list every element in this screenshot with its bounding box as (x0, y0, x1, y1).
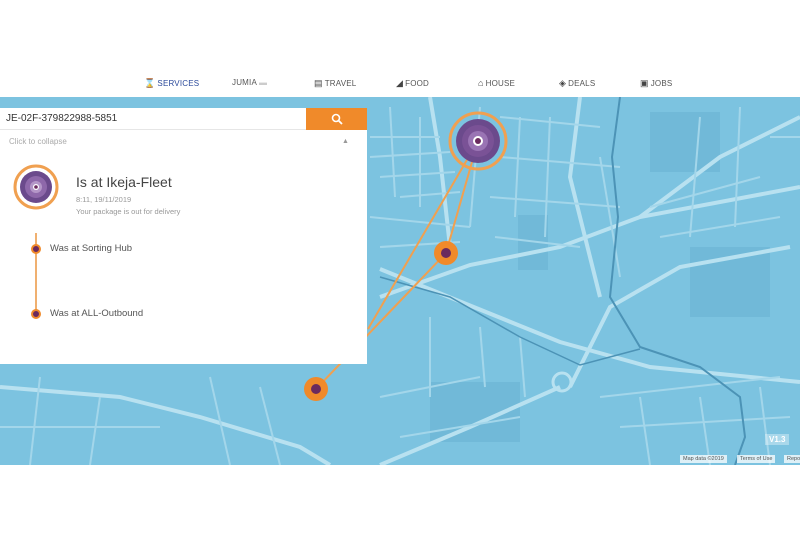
map-marker-sorting-hub[interactable] (434, 241, 458, 265)
map-marker-all-outbound[interactable] (304, 377, 328, 401)
nav-jumia[interactable]: JUMIA ▬ (232, 78, 267, 87)
nav-travel-label: TRAVEL (324, 79, 357, 88)
jumia-logo-icon: ▬ (259, 78, 268, 87)
house-icon: ⌂ (478, 78, 484, 88)
luggage-icon: ▤ (314, 78, 323, 88)
nav-services-label: SERVICES (157, 79, 200, 88)
tracking-number-input[interactable] (0, 108, 306, 130)
collapse-toggle[interactable]: Click to collapse (9, 137, 67, 146)
nav-food-label: FOOD (405, 79, 430, 88)
history-item: Was at Sorting Hub (50, 243, 133, 254)
map-marker-current-location[interactable] (448, 111, 508, 171)
nav-jobs-label: JOBS (650, 79, 673, 88)
nav-food[interactable]: ◢ FOOD (396, 78, 429, 89)
nav-deals-label: DEALS (568, 79, 596, 88)
current-status-description: Your package is out for delivery (76, 207, 181, 216)
tag-icon: ◈ (559, 78, 567, 88)
nav-house-label: HOUSE (485, 78, 516, 88)
tracking-panel: Click to collapse ▲ Is at Ikeja-Fleet 8:… (0, 108, 367, 364)
nav-jumia-label: JUMIA (232, 78, 257, 87)
history-dot (31, 309, 41, 319)
current-status-time: 8:11, 19/11/2019 (76, 195, 132, 204)
map-attribution: Map data ©2019 (680, 455, 727, 463)
caret-up-icon[interactable]: ▲ (342, 138, 349, 145)
current-status-marker-icon (13, 164, 59, 210)
version-badge: V1.3 (765, 434, 790, 445)
current-status: Is at Ikeja-Fleet (76, 174, 172, 190)
nav-house[interactable]: ⌂ HOUSE (478, 78, 515, 88)
history-dot (31, 244, 41, 254)
nav-services[interactable]: ⌛ SERVICES (144, 78, 199, 89)
top-navigation: ⌛ SERVICES JUMIA ▬ ▤ TRAVEL ◢ FOOD ⌂ HOU… (0, 72, 800, 96)
report-error-link[interactable]: Report a map error (784, 455, 800, 463)
terms-of-use-link[interactable]: Terms of Use (737, 455, 776, 463)
search-icon (331, 113, 343, 125)
briefcase-icon: ▣ (640, 78, 649, 88)
services-icon: ⌛ (144, 78, 156, 88)
food-icon: ◢ (396, 78, 404, 88)
history-item: Was at ALL-Outbound (50, 308, 144, 319)
nav-travel[interactable]: ▤ TRAVEL (314, 78, 356, 89)
search-button[interactable] (306, 108, 367, 130)
nav-deals[interactable]: ◈ DEALS (559, 78, 595, 89)
nav-jobs[interactable]: ▣ JOBS (640, 78, 672, 89)
